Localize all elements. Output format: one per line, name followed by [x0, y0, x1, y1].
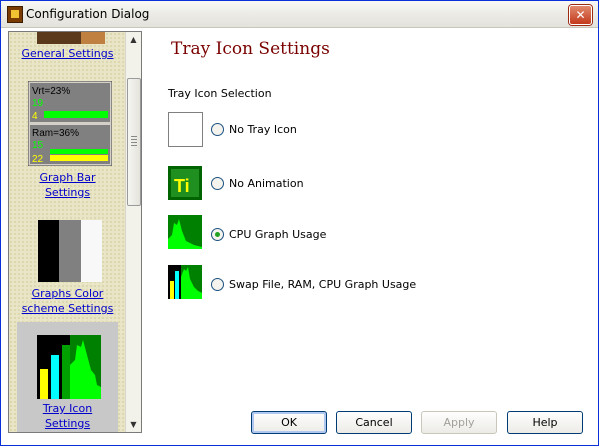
swap-ram-cpu-graph-icon — [168, 265, 202, 299]
preview-top-n2: 4 — [32, 111, 38, 122]
tray-icon-label-line1: Tray Icon — [42, 402, 93, 415]
ok-button[interactable]: OK — [251, 411, 327, 434]
general-settings-icon[interactable] — [37, 32, 105, 44]
sidebar-scrollbar[interactable]: ▲ ▼ — [125, 32, 141, 432]
no-tray-icon-preview — [168, 112, 203, 147]
scroll-down-arrow-icon[interactable]: ▼ — [126, 417, 141, 432]
sidebar-item-tray-icon-settings[interactable]: Tray Icon Settings — [9, 401, 126, 431]
page-title: Tray Icon Settings — [171, 39, 330, 59]
option-label-no-animation: No Animation — [229, 176, 304, 190]
apply-button[interactable]: Apply — [421, 411, 497, 434]
option-label-swap-ram-cpu-graph-usage: Swap File, RAM, CPU Graph Usage — [229, 277, 417, 291]
no-animation-icon-text: Ti — [174, 176, 190, 196]
radio-no-animation[interactable] — [211, 176, 224, 190]
option-label-cpu-graph-usage: CPU Graph Usage — [229, 227, 327, 241]
scroll-up-arrow-icon[interactable]: ▲ — [126, 32, 141, 47]
close-icon: ✕ — [575, 8, 586, 22]
sidebar-item-general-settings[interactable]: General Settings — [9, 46, 126, 61]
graph-bar-label-line2: Settings — [44, 186, 91, 199]
option-swap-ram-cpu-graph-usage[interactable]: Swap File, RAM, CPU Graph Usage — [211, 276, 416, 292]
graph-bar-label-line1: Graph Bar — [39, 171, 96, 184]
cancel-button[interactable]: Cancel — [336, 411, 412, 434]
radio-swap-ram-cpu-graph-usage[interactable] — [211, 277, 224, 291]
option-no-animation[interactable]: No Animation — [211, 175, 304, 191]
cpu-graph-icon — [168, 215, 202, 249]
preview-bottom-n2: 22 — [32, 154, 44, 165]
preview-top-label: Vrt=23% — [32, 86, 70, 97]
title-bar[interactable]: Configuration Dialog ✕ — [1, 1, 598, 28]
preview-bottom-label: Ram=36% — [32, 128, 79, 139]
close-button[interactable]: ✕ — [569, 5, 592, 25]
option-cpu-graph-usage[interactable]: CPU Graph Usage — [211, 226, 326, 242]
preview-top-n1: 19 — [32, 98, 44, 109]
sidebar-item-graph-bar-settings[interactable]: Graph Bar Settings — [9, 170, 126, 200]
config-dialog-window: Configuration Dialog ✕ General Settings … — [0, 0, 599, 446]
sidebar-item-color-scheme-settings[interactable]: Graphs Color scheme Settings — [9, 286, 126, 316]
radio-no-tray-icon[interactable] — [211, 122, 224, 136]
radio-cpu-graph-usage[interactable] — [211, 227, 224, 241]
help-button[interactable]: Help — [507, 411, 583, 434]
graph-bar-settings-icon[interactable]: Vrt=23% 19 4 Ram=36% 15 22 — [28, 81, 112, 166]
settings-sidebar: General Settings Vrt=23% 19 4 Ram=36% 15… — [8, 31, 142, 433]
tray-icon-selection-label: Tray Icon Selection — [168, 87, 272, 100]
option-label-no-tray-icon: No Tray Icon — [229, 122, 297, 136]
color-scheme-label-line2: scheme Settings — [21, 302, 114, 315]
app-icon — [7, 6, 23, 23]
color-scheme-icon[interactable] — [38, 220, 102, 282]
window-title: Configuration Dialog — [26, 7, 150, 21]
option-no-tray-icon[interactable]: No Tray Icon — [211, 121, 297, 137]
no-animation-icon: Ti — [168, 166, 202, 200]
preview-bottom-n1: 15 — [32, 140, 44, 151]
tray-icon-settings-icon[interactable] — [37, 335, 101, 399]
scroll-thumb[interactable] — [127, 78, 141, 206]
color-scheme-label-line1: Graphs Color — [31, 287, 104, 300]
tray-icon-label-line2: Settings — [44, 417, 91, 430]
